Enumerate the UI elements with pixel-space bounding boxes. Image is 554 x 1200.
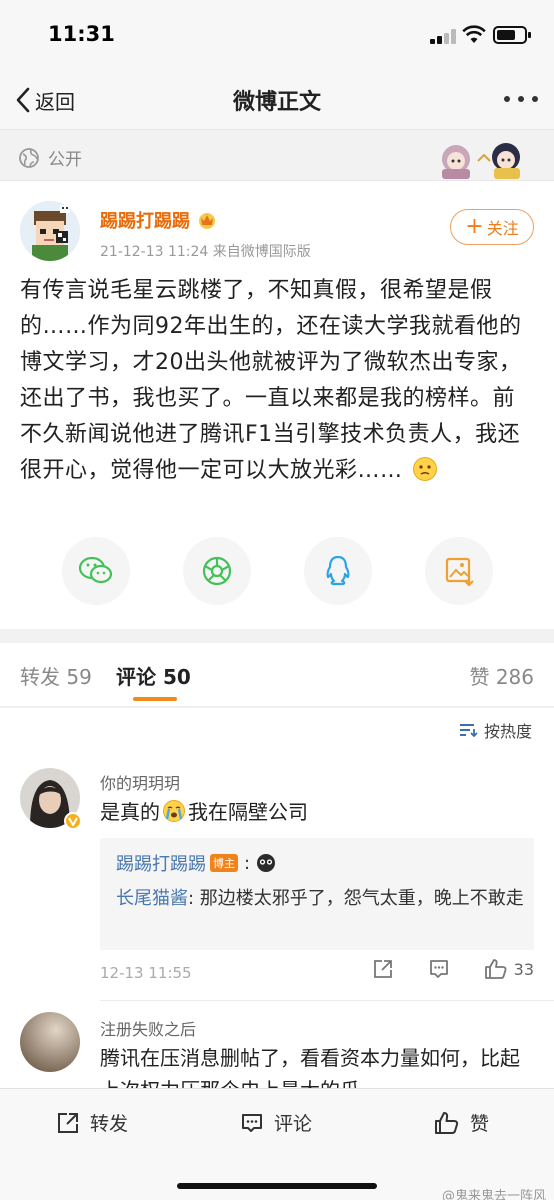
save-image-button[interactable]	[425, 537, 493, 605]
qq-icon	[326, 555, 350, 586]
comment-text: 是真的 我在隔壁公司	[100, 800, 308, 824]
post-body: 有传言说毛星云跳楼了，不知真假，很希望是假的……作为同92年出生的，还在读大学我…	[20, 278, 522, 483]
wifi-icon	[462, 25, 486, 43]
comment-like-button[interactable]: 33	[484, 958, 534, 980]
comment-like-count: 33	[513, 959, 534, 979]
weibo-post: 踢踢打踢踢 21-12-13 11:24 来自微博国际版 + 关注 有传言说毛星云…	[0, 181, 554, 629]
save-image-icon	[445, 557, 474, 587]
comment-reply-button[interactable]	[428, 958, 456, 980]
more-options-button[interactable]	[504, 86, 538, 112]
comment-icon	[429, 960, 448, 978]
comment-share-button[interactable]	[372, 958, 400, 980]
home-indicator[interactable]	[177, 1183, 377, 1189]
tab-likes[interactable]: 赞 286	[469, 661, 534, 690]
navigation-bar: 返回 微博正文	[0, 70, 554, 130]
reply-header: 踢踢打踢踢 博主 :	[116, 850, 276, 876]
comment-actions: 33	[344, 958, 534, 980]
anime-decoration-image	[442, 143, 520, 179]
active-tab-indicator	[133, 697, 177, 701]
commenter-name[interactable]: 你的玥玥玥	[100, 770, 180, 794]
sunglasses-emoji-icon	[257, 854, 276, 872]
comment-list: 按热度 你的玥玥玥 是真的 我在隔壁公司 踢踢打踢踢 博主 : 长尾猫酱: 那边…	[0, 708, 554, 1088]
follow-button[interactable]: + 关注	[450, 209, 534, 245]
thumbs-up-icon	[484, 959, 507, 979]
reply-thread[interactable]: 踢踢打踢踢 博主 : 长尾猫酱: 那边楼太邪乎了，怨气太重，晚上不敢走	[100, 838, 534, 950]
battery-icon	[493, 26, 531, 44]
reply-author-name[interactable]: 踢踢打踢踢	[116, 850, 206, 876]
crown-icon	[199, 213, 215, 229]
pixel-avatar-image	[20, 201, 80, 261]
thumbs-up-icon	[435, 1111, 459, 1134]
share-row	[0, 537, 554, 607]
reply-mention[interactable]: 长尾猫酱	[116, 888, 188, 909]
status-time: 11:31	[48, 22, 115, 46]
tab-comments[interactable]: 评论 50	[116, 661, 191, 690]
share-icon	[58, 1112, 78, 1133]
tab-repost[interactable]: 转发 59	[20, 661, 92, 690]
commenter-avatar[interactable]	[20, 1012, 80, 1072]
wechat-icon	[78, 556, 113, 584]
cellular-signal-icon	[430, 28, 456, 44]
sad-face-emoji-icon	[413, 457, 438, 481]
commenter-name[interactable]: 注册失败之后	[100, 1016, 196, 1040]
author-tag-badge: 博主	[210, 854, 238, 872]
verified-badge-icon	[64, 812, 82, 830]
page-title: 微博正文	[232, 90, 321, 115]
visibility-label: 公开	[18, 145, 82, 170]
repost-button[interactable]: 转发	[56, 1109, 128, 1136]
author-avatar[interactable]	[20, 201, 80, 261]
share-wechat-button[interactable]	[62, 537, 130, 605]
share-icon	[373, 960, 392, 978]
comment-icon	[242, 1113, 262, 1132]
globe-icon	[19, 147, 39, 168]
battery-level	[497, 30, 515, 40]
like-button[interactable]: 赞	[434, 1109, 489, 1136]
comment-text: 腾讯在压消息删帖了，看看资本力量如何，比起上次权力压那个史上最大的瓜	[100, 1046, 520, 1088]
crying-emoji-icon	[163, 800, 185, 822]
comment-button[interactable]: 评论	[240, 1109, 312, 1136]
sort-icon	[459, 724, 478, 738]
status-bar: 11:31	[0, 0, 554, 70]
author-name[interactable]: 踢踢打踢踢	[100, 207, 218, 233]
reply-text: 长尾猫酱: 那边楼太邪乎了，怨气太重，晚上不敢走	[116, 888, 524, 909]
comment-divider	[100, 1000, 554, 1001]
watermark-text: @鬼来鬼去一阵风	[441, 1189, 546, 1200]
sort-by-hot-button[interactable]: 按热度	[458, 718, 532, 742]
share-moments-button[interactable]	[183, 537, 251, 605]
post-meta: 21-12-13 11:24 来自微博国际版	[100, 244, 311, 260]
moments-icon	[202, 556, 232, 586]
portrait-image	[20, 1012, 80, 1072]
visibility-bar: 公开	[0, 131, 554, 181]
share-qq-button[interactable]	[304, 537, 372, 605]
post-tabs: 转发 59 评论 50 赞 286	[0, 643, 554, 707]
comment-time: 12-13 11:55	[100, 964, 192, 982]
bottom-action-bar: 转发 评论 赞 @鬼来鬼去一阵风	[0, 1088, 554, 1200]
